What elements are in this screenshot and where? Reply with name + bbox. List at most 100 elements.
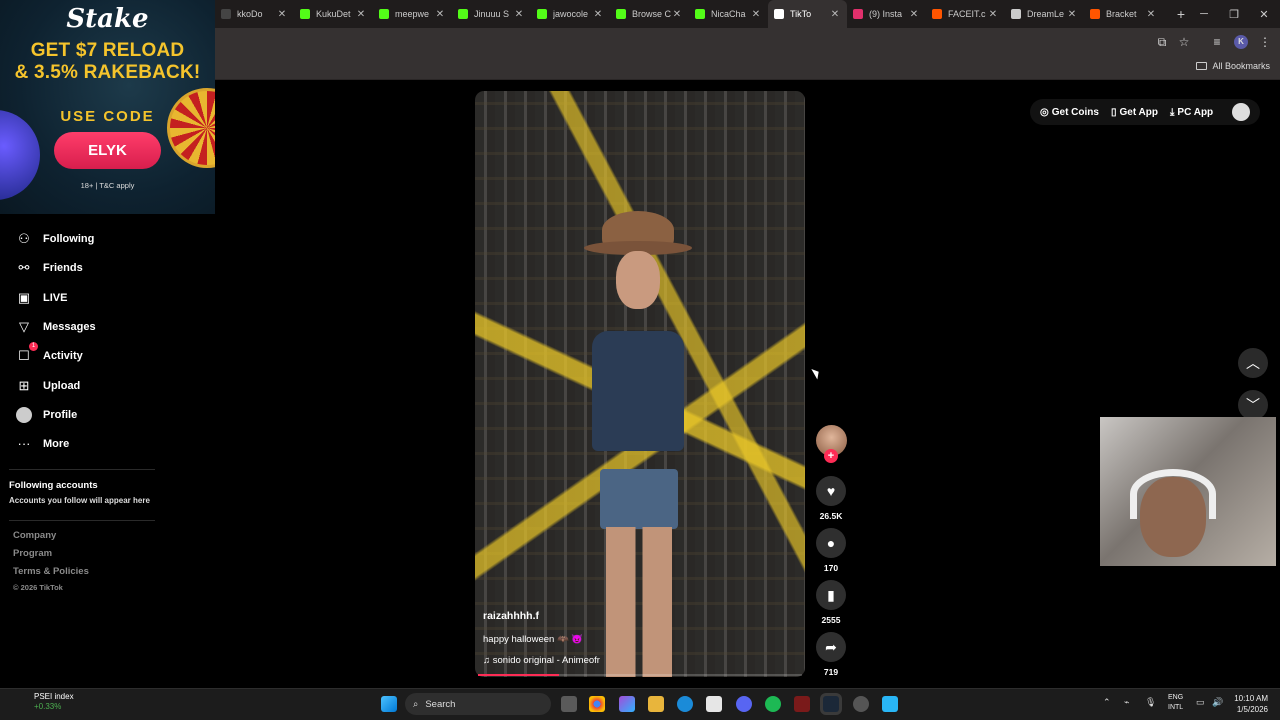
comment-icon[interactable]: ● xyxy=(816,528,846,558)
sidebar-item-upload[interactable]: ⊞ Upload xyxy=(16,376,81,396)
heart-icon[interactable]: ♥ xyxy=(816,476,846,506)
discord-icon[interactable] xyxy=(736,696,752,712)
next-video-button[interactable]: ﹀ xyxy=(1238,390,1268,420)
previous-video-button[interactable]: ︿ xyxy=(1238,348,1268,378)
close-tab-icon[interactable]: ✕ xyxy=(671,9,683,20)
footer-program-link[interactable]: Program xyxy=(13,548,52,559)
video-progress-bar[interactable] xyxy=(478,674,802,676)
all-bookmarks-button[interactable]: All Bookmarks xyxy=(1196,61,1270,71)
sidebar-item-messages[interactable]: ▽ Messages xyxy=(16,317,96,337)
user-avatar[interactable] xyxy=(1232,103,1250,121)
sidebar-item-more[interactable]: ··· More xyxy=(16,434,70,454)
get-app-button[interactable]: ▯ Get App xyxy=(1111,107,1158,118)
input-language[interactable]: ENG INTL xyxy=(1168,693,1183,713)
get-coins-button[interactable]: ◎ Get Coins xyxy=(1040,107,1099,118)
sidebar-item-following[interactable]: ⚇ Following xyxy=(16,229,94,249)
chevron-down-icon: ﹀ xyxy=(1246,397,1260,413)
sidebar-item-profile[interactable]: Profile xyxy=(16,405,77,425)
video-music[interactable]: ♫ sonido original - Animeofr xyxy=(483,655,600,666)
live-icon: ▣ xyxy=(17,289,31,305)
close-tab-icon[interactable]: ✕ xyxy=(434,9,446,20)
sidebar-item-activity[interactable]: 1 ☐ Activity xyxy=(16,342,83,366)
close-window-button[interactable]: ✕ xyxy=(1248,0,1280,28)
tab-strip: kkoDo ✕ KukuDet ✕ meepwe ✕ Jinuuu S ✕ jawocole ✕ B… xyxy=(215,0,1163,28)
close-tab-icon[interactable]: ✕ xyxy=(987,9,999,20)
close-tab-icon[interactable]: ✕ xyxy=(1145,9,1157,20)
network-icon[interactable]: ⌁ xyxy=(1124,697,1129,708)
reading-list-icon[interactable]: ≡ xyxy=(1210,35,1224,49)
task-view-icon[interactable] xyxy=(561,696,577,712)
following-icon: ⚇ xyxy=(18,231,30,246)
bookmark-icon[interactable]: ▮ xyxy=(816,580,846,610)
save-action[interactable]: ▮ 2555 xyxy=(816,580,846,625)
minimize-button[interactable]: ─ xyxy=(1188,0,1220,28)
copilot-icon[interactable] xyxy=(619,696,635,712)
profile-avatar xyxy=(16,406,32,423)
shorts-shape xyxy=(600,469,678,529)
sidebar-item-friends[interactable]: ⚯ Friends xyxy=(16,258,83,278)
close-tab-icon[interactable]: ✕ xyxy=(829,9,841,20)
ad-headline: GET $7 RELOAD & 3.5% RAKEBACK! xyxy=(0,40,215,84)
browser-tab[interactable]: Jinuuu S ✕ xyxy=(452,0,531,28)
display-icon[interactable]: ▭ xyxy=(1196,697,1205,708)
browser-tab[interactable]: jawocole ✕ xyxy=(531,0,610,28)
footer-terms-link[interactable]: Terms & Policies xyxy=(13,566,89,577)
close-tab-icon[interactable]: ✕ xyxy=(276,9,288,20)
spotify-icon[interactable] xyxy=(765,696,781,712)
steam-icon[interactable] xyxy=(823,696,839,712)
browser-tab[interactable]: Browse C ✕ xyxy=(610,0,689,28)
store-icon[interactable] xyxy=(706,696,722,712)
volume-icon[interactable]: 🔊 xyxy=(1212,697,1223,708)
sidebar-item-label: More xyxy=(43,438,70,451)
profile-avatar-button[interactable]: K xyxy=(1234,35,1248,49)
footer-company-link[interactable]: Company xyxy=(13,530,56,541)
close-tab-icon[interactable]: ✕ xyxy=(355,9,367,20)
video-player[interactable] xyxy=(475,91,805,677)
tab-title: FACEIT.c xyxy=(948,9,986,19)
follow-plus-icon[interactable]: + xyxy=(824,449,838,463)
sidebar-item-label: Upload xyxy=(43,379,81,392)
file-explorer-icon[interactable] xyxy=(648,696,664,712)
browser-tab[interactable]: NicaCha ✕ xyxy=(689,0,768,28)
browser-tab[interactable]: TikTo ✕ xyxy=(768,0,847,28)
close-tab-icon[interactable]: ✕ xyxy=(592,9,604,20)
chrome-icon[interactable] xyxy=(589,696,605,712)
install-app-icon[interactable]: ⧉ xyxy=(1155,35,1169,49)
stock-widget[interactable]: PSEI index +0.33% xyxy=(16,692,74,712)
edge-icon[interactable] xyxy=(677,696,693,712)
like-action[interactable]: ♥ 26.5K xyxy=(816,476,846,521)
share-action[interactable]: ➦ 719 xyxy=(816,632,846,677)
chevron-up-icon: ︿ xyxy=(1246,355,1260,371)
close-tab-icon[interactable]: ✕ xyxy=(1066,9,1078,20)
browser-tab[interactable]: kkoDo ✕ xyxy=(215,0,294,28)
comment-action[interactable]: ● 170 xyxy=(816,528,846,573)
browser-tab[interactable]: KukuDet ✕ xyxy=(294,0,373,28)
obs-icon[interactable] xyxy=(853,696,869,712)
game-app-icon[interactable] xyxy=(794,696,810,712)
browser-tab[interactable]: DreamLe ✕ xyxy=(1005,0,1084,28)
windows-start-icon[interactable] xyxy=(381,696,397,712)
stake-logo: Stake xyxy=(66,4,149,34)
close-tab-icon[interactable]: ✕ xyxy=(750,9,762,20)
close-tab-icon[interactable]: ✕ xyxy=(908,9,920,20)
sidebar-item-live[interactable]: ▣ LIVE xyxy=(16,288,68,308)
notepad-icon[interactable] xyxy=(882,696,898,712)
browser-tab[interactable]: FACEIT.c ✕ xyxy=(926,0,1005,28)
menu-kebab-icon[interactable]: ⋮ xyxy=(1258,35,1272,49)
close-tab-icon[interactable]: ✕ xyxy=(513,9,525,20)
browser-tab[interactable]: Bracket ✕ xyxy=(1084,0,1163,28)
restore-button[interactable]: ❐ xyxy=(1218,0,1250,28)
bookmark-star-icon[interactable]: ☆ xyxy=(1177,35,1191,49)
taskbar-search[interactable]: ⌕ Search xyxy=(405,693,551,715)
video-username[interactable]: raizahhhh.f xyxy=(483,610,539,622)
system-clock[interactable]: 10:10 AM 1/5/2026 xyxy=(1234,693,1268,715)
pc-app-button[interactable]: ⤓ PC App xyxy=(1170,107,1213,118)
kick-icon xyxy=(695,9,705,19)
browser-tab[interactable]: meepwe ✕ xyxy=(373,0,452,28)
tray-chevron-up-icon[interactable]: ⌃ xyxy=(1103,697,1111,708)
microphone-icon[interactable]: 🎙 xyxy=(1145,697,1156,708)
sidebar-item-label: Activity xyxy=(43,350,83,363)
mouse-cursor-icon xyxy=(811,366,822,380)
browser-tab[interactable]: (9) Insta ✕ xyxy=(847,0,926,28)
share-icon[interactable]: ➦ xyxy=(816,632,846,662)
